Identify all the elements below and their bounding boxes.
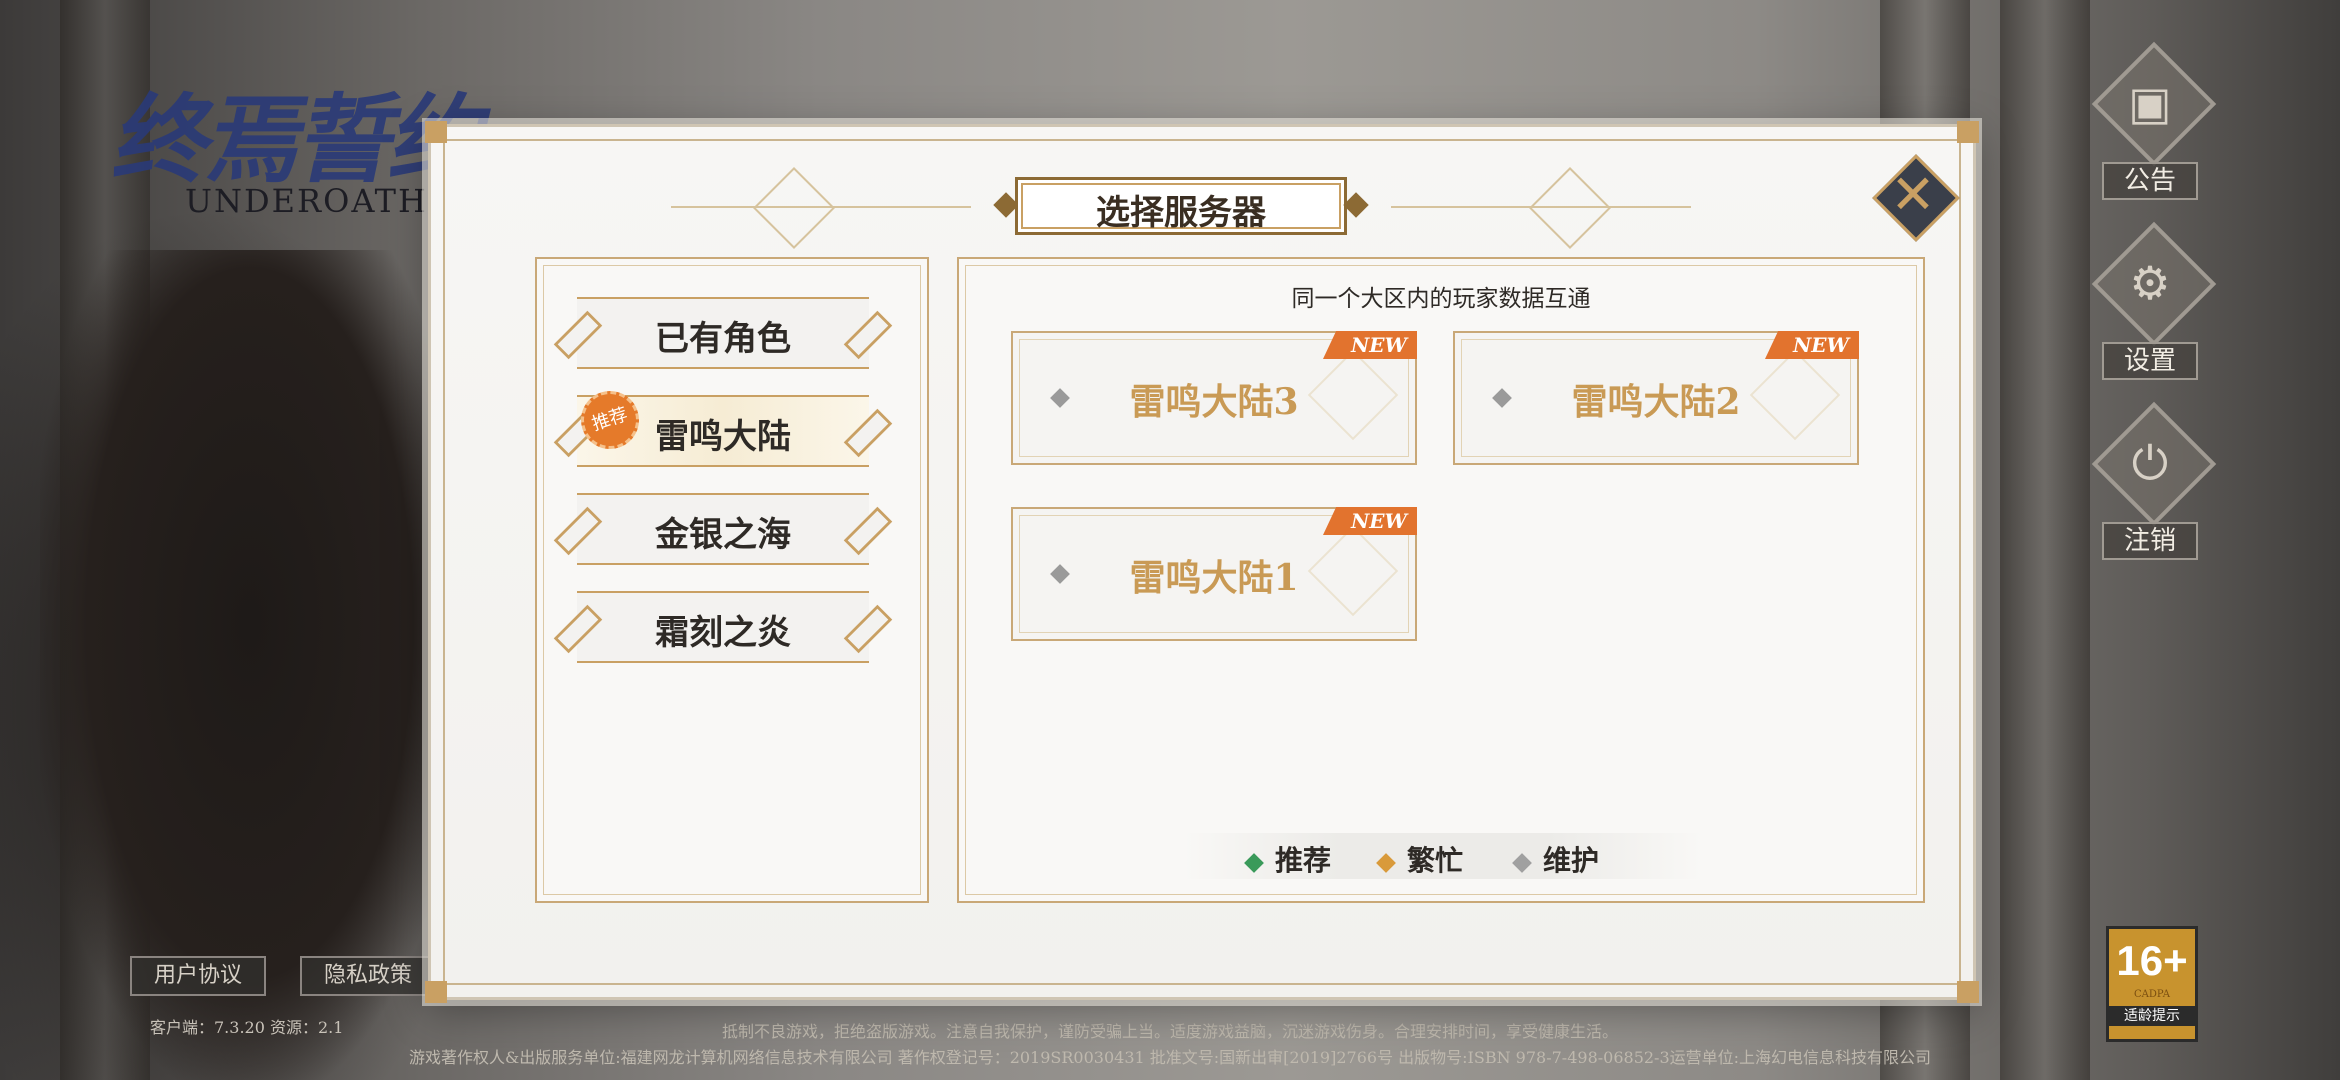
- server-select-dialog: 选择服务器 ✕ 已有角色 雷鸣大陆 推荐 金银之海 霜刻之炎 同一个大区内的玩家…: [425, 121, 1979, 1003]
- announcement-button[interactable]: ▣ 公告: [2088, 41, 2217, 210]
- region-label: 金银之海: [655, 515, 791, 555]
- server-grid-panel: 同一个大区内的玩家数据互通 雷鸣大陆3 NEW 雷鸣大陆2 NEW 雷鸣大陆1 …: [957, 257, 1925, 903]
- legend-label: 维护: [1543, 844, 1600, 877]
- region-list: 已有角色 雷鸣大陆 推荐 金银之海 霜刻之炎: [535, 257, 929, 903]
- privacy-policy-link[interactable]: 隐私政策: [300, 956, 437, 996]
- server-name: 雷鸣大陆3: [1129, 381, 1299, 423]
- logout-button[interactable]: ⏻ 注销: [2088, 401, 2217, 570]
- settings-label: 设置: [2102, 342, 2198, 380]
- dialog-title: 选择服务器: [1096, 193, 1266, 233]
- background-pillar: [2000, 0, 2090, 1080]
- region-tab-gold-silver-sea[interactable]: 金银之海: [553, 493, 893, 565]
- corner-ornament: [425, 981, 447, 1003]
- age-rating-label: 适龄提示: [2109, 1006, 2195, 1026]
- health-notice: 抵制不良游戏，拒绝盗版游戏。注意自我保护，谨防受骗上当。适度游戏益脑，沉迷游戏伤…: [721, 1022, 1618, 1041]
- age-rating-badge[interactable]: 16+ CADPA 适龄提示: [2106, 926, 2198, 1042]
- recommended-diamond-icon: [1244, 852, 1264, 873]
- new-tag: NEW: [1323, 331, 1417, 359]
- close-button[interactable]: ✕: [1871, 153, 1960, 242]
- close-icon: ✕: [1890, 163, 1936, 226]
- server-name: 雷鸣大陆2: [1571, 381, 1741, 423]
- age-rating-number: 16+: [2116, 937, 2188, 984]
- game-logo-subtitle: UNDEROATH: [185, 182, 428, 220]
- age-rating-org: CADPA: [2134, 989, 2170, 1000]
- region-tab-frost-flame[interactable]: 霜刻之炎: [553, 591, 893, 663]
- server-name: 雷鸣大陆1: [1129, 557, 1299, 599]
- region-hint: 同一个大区内的玩家数据互通: [1291, 286, 1591, 312]
- dialog-title-frame: 选择服务器: [991, 177, 1371, 235]
- region-tab-thunder-continent[interactable]: 雷鸣大陆 推荐: [553, 383, 893, 467]
- legend-busy: 繁忙: [1376, 839, 1464, 879]
- region-tab-existing-characters[interactable]: 已有角色: [553, 297, 893, 369]
- server-card[interactable]: 雷鸣大陆3 NEW: [1011, 331, 1417, 465]
- gear-icon: ⚙: [2129, 256, 2171, 310]
- announcement-label: 公告: [2102, 162, 2198, 200]
- busy-diamond-icon: [1376, 852, 1396, 873]
- maintenance-diamond-icon: [1512, 852, 1532, 873]
- settings-button[interactable]: ⚙ 设置: [2088, 221, 2217, 390]
- legend-label: 推荐: [1275, 844, 1332, 877]
- corner-ornament: [1957, 981, 1979, 1003]
- region-label: 已有角色: [655, 319, 791, 359]
- corner-ornament: [1957, 121, 1979, 143]
- new-tag: NEW: [1765, 331, 1859, 359]
- legend-maintenance: 维护: [1512, 839, 1600, 879]
- logout-label: 注销: [2102, 522, 2198, 560]
- region-label: 霜刻之炎: [655, 613, 791, 653]
- corner-ornament: [425, 121, 447, 143]
- legend-label: 繁忙: [1407, 844, 1464, 877]
- announcement-icon: ▣: [2128, 76, 2172, 130]
- new-tag: NEW: [1323, 507, 1417, 535]
- publisher-notice: 游戏著作权人&出版服务单位:福建网龙计算机网络信息技术有限公司 著作权登记号：2…: [408, 1048, 1932, 1067]
- user-agreement-link[interactable]: 用户协议: [130, 956, 267, 996]
- status-legend: 推荐 繁忙 维护: [1183, 833, 1703, 879]
- server-card[interactable]: 雷鸣大陆1 NEW: [1011, 507, 1417, 641]
- power-icon: ⏻: [2131, 436, 2169, 490]
- server-card[interactable]: 雷鸣大陆2 NEW: [1453, 331, 1859, 465]
- legend-recommended: 推荐: [1244, 839, 1332, 879]
